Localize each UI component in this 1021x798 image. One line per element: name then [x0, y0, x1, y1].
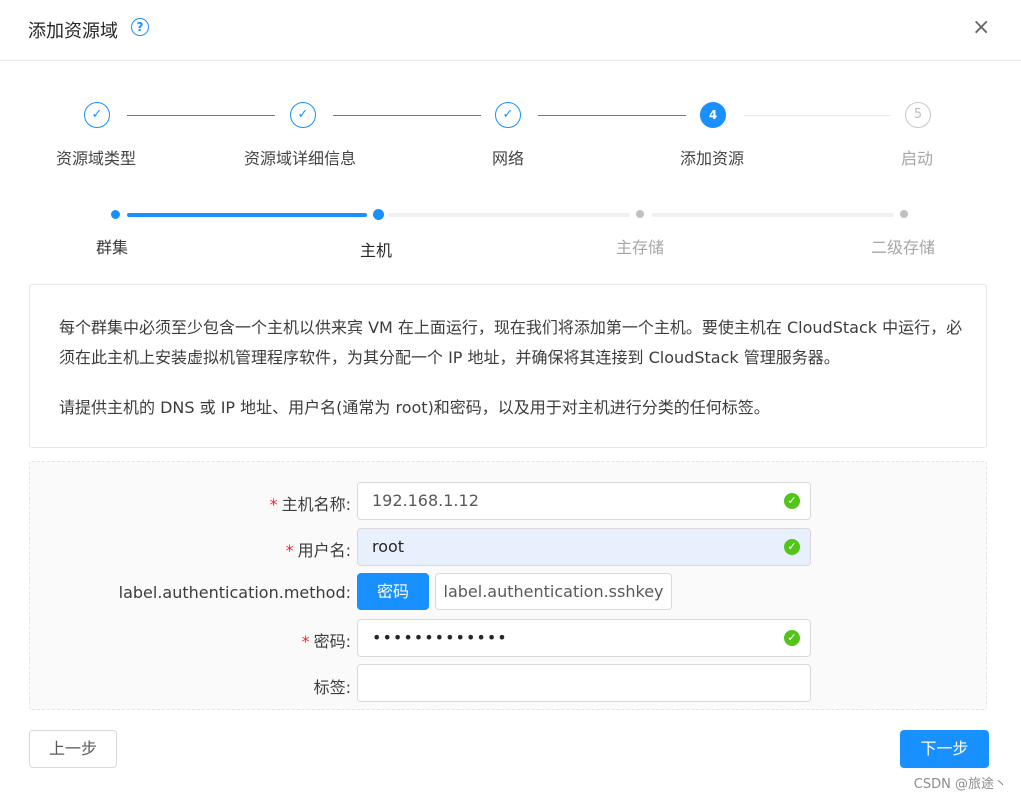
step-label-launch: 启动	[901, 149, 934, 168]
hostname-input[interactable]: 192.168.1.12 ✓	[357, 482, 811, 520]
tags-input[interactable]	[357, 664, 811, 702]
check-circle-icon: ✓	[784, 630, 800, 646]
step-label-add-resources: 添加资源	[680, 149, 745, 168]
password-label: * 密码:	[301, 632, 351, 651]
username-label: * 用户名:	[285, 541, 351, 560]
substep-dot-secondary-storage	[900, 210, 908, 218]
hostname-label: * 主机名称:	[269, 495, 351, 514]
step-connector	[538, 115, 686, 116]
tags-label: 标签:	[313, 678, 351, 697]
step-1-check-icon: ✓	[84, 102, 110, 128]
question-circle-icon[interactable]: ?	[131, 18, 149, 36]
close-icon[interactable]: ×	[972, 16, 990, 40]
step-3-check-icon: ✓	[495, 102, 521, 128]
password-input[interactable]: ••••••••••••• ✓	[357, 619, 811, 657]
step-label-zone-details: 资源域详细信息	[244, 149, 357, 168]
dialog-title: 添加资源域	[28, 21, 118, 42]
step-connector	[333, 115, 481, 116]
step-connector	[127, 115, 275, 116]
step-label-zone-type: 资源域类型	[56, 149, 137, 168]
info-paragraph: 每个群集中必须至少包含一个主机以供来宾 VM 在上面运行，现在我们将添加第一个主…	[59, 318, 963, 367]
prev-button[interactable]: 上一步	[29, 730, 117, 768]
substep-progress	[127, 213, 367, 217]
username-value: root	[372, 537, 405, 556]
substep-label-host: 主机	[360, 241, 393, 260]
auth-method-label: label.authentication.method:	[118, 583, 351, 602]
substep-label-primary-storage: 主存储	[616, 238, 665, 257]
username-input[interactable]: root ✓	[357, 528, 811, 566]
substep-track	[652, 213, 894, 217]
auth-sshkey-button[interactable]: label.authentication.sshkey	[435, 573, 672, 610]
step-connector	[744, 115, 890, 116]
substep-label-cluster: 群集	[96, 238, 129, 257]
substep-track	[388, 213, 630, 217]
substep-dot-host	[373, 209, 384, 220]
info-paragraph: 请提供主机的 DNS 或 IP 地址、用户名(通常为 root)和密码，以及用于…	[59, 398, 770, 417]
password-value: •••••••••••••	[372, 628, 508, 647]
step-2-check-icon: ✓	[290, 102, 316, 128]
watermark: CSDN @旅途丶	[913, 777, 1007, 792]
add-zone-dialog: 添加资源域 ? × ✓ ✓ ✓ 4 5 资源域类型 资源域详细信息 网络 添加资…	[0, 0, 1021, 798]
substep-dot-primary-storage	[636, 210, 644, 218]
next-button[interactable]: 下一步	[900, 730, 989, 768]
check-circle-icon: ✓	[784, 539, 800, 555]
substep-dot-cluster	[111, 210, 120, 219]
auth-password-button[interactable]: 密码	[357, 573, 429, 610]
step-5-number: 5	[905, 102, 931, 128]
substep-label-secondary-storage: 二级存储	[871, 238, 936, 257]
step-4-number: 4	[700, 102, 726, 128]
info-box: 每个群集中必须至少包含一个主机以供来宾 VM 在上面运行，现在我们将添加第一个主…	[29, 284, 987, 448]
step-label-network: 网络	[492, 149, 525, 168]
hostname-value: 192.168.1.12	[372, 491, 479, 510]
dialog-header: 添加资源域 ? ×	[0, 0, 1021, 61]
check-circle-icon: ✓	[784, 493, 800, 509]
